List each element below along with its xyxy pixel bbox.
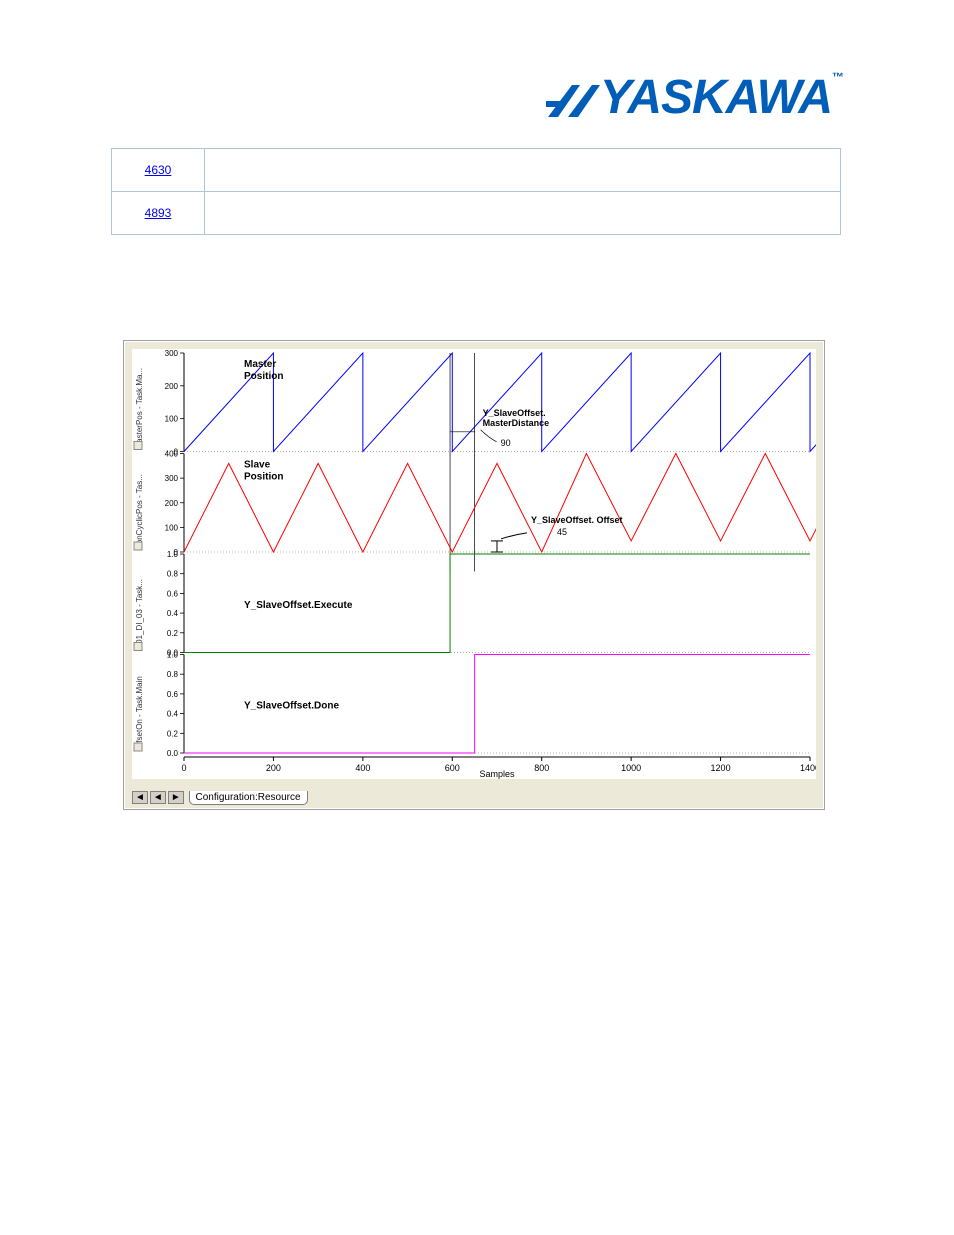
svg-text:200: 200 [266, 763, 281, 773]
table-cell-desc [205, 149, 841, 192]
svg-text:100: 100 [165, 523, 179, 532]
svg-text:400: 400 [165, 450, 179, 459]
id-link[interactable]: 4630 [145, 163, 172, 177]
trademark-icon: ™ [832, 70, 844, 84]
svg-text:0.6: 0.6 [167, 690, 179, 699]
svg-text:1400: 1400 [800, 763, 816, 773]
svg-text:1200: 1200 [711, 763, 731, 773]
id-link[interactable]: 4893 [145, 206, 172, 220]
svg-text:600: 600 [445, 763, 460, 773]
sheet-tab[interactable]: Configuration:Resource [189, 791, 308, 805]
svg-text:1000: 1000 [621, 763, 641, 773]
svg-text:0.8: 0.8 [167, 570, 179, 579]
svg-text:1.0: 1.0 [167, 550, 179, 559]
svg-text:0.0: 0.0 [167, 749, 179, 758]
chart-frame: MasterPos - Task.Ma...0100200300MasterPo… [123, 340, 825, 810]
svg-text:0.4: 0.4 [167, 710, 179, 719]
svg-text:0.8: 0.8 [167, 670, 179, 679]
svg-text:200: 200 [165, 382, 179, 391]
svg-text:MasterPos - Task.Ma...: MasterPos - Task.Ma... [135, 368, 144, 450]
logo-text: YASKAWA [600, 71, 832, 124]
svg-text:400: 400 [355, 763, 370, 773]
tab-nav-prev-icon[interactable]: ◄ [150, 791, 166, 804]
svg-text:Y_SlaveOffset.Done: Y_SlaveOffset.Done [244, 701, 339, 712]
svg-text:300: 300 [165, 474, 179, 483]
svg-text:Position: Position [244, 472, 283, 483]
svg-text:100: 100 [165, 415, 179, 424]
id-table: 4630 4893 [111, 148, 841, 235]
svg-text:90: 90 [501, 438, 511, 448]
svg-text:Samples: Samples [479, 769, 515, 779]
svg-text:OffsetOn - Task.Main: OffsetOn - Task.Main [135, 676, 144, 751]
svg-text:200: 200 [165, 499, 179, 508]
svg-text:M01_DI_03 - Task...: M01_DI_03 - Task... [135, 579, 144, 650]
svg-text:0: 0 [181, 763, 186, 773]
tab-nav-first-icon[interactable]: ◄ [132, 791, 148, 804]
table-cell-id[interactable]: 4630 [112, 149, 205, 192]
svg-text:Master: Master [244, 359, 276, 370]
svg-text:0.6: 0.6 [167, 589, 179, 598]
svg-text:0.2: 0.2 [167, 729, 179, 738]
svg-text:Y_SlaveOffset.Execute: Y_SlaveOffset.Execute [244, 600, 353, 611]
logo-mark-icon [546, 81, 600, 126]
svg-text:Position: Position [244, 371, 283, 382]
svg-text:Y_SlaveOffset. Offset: Y_SlaveOffset. Offset [531, 515, 623, 525]
svg-text:300: 300 [165, 349, 179, 358]
svg-text:45: 45 [557, 527, 567, 537]
svg-text:800: 800 [534, 763, 549, 773]
svg-text:Slave: Slave [244, 460, 271, 471]
table-cell-id[interactable]: 4893 [112, 192, 205, 235]
chart-svg: MasterPos - Task.Ma...0100200300MasterPo… [132, 349, 816, 779]
table-cell-desc [205, 192, 841, 235]
chart-area: MasterPos - Task.Ma...0100200300MasterPo… [132, 349, 816, 779]
svg-text:NonCyclicPos - Tas...: NonCyclicPos - Tas... [135, 474, 144, 550]
svg-text:Y_SlaveOffset.: Y_SlaveOffset. [483, 408, 546, 418]
svg-text:MasterDistance: MasterDistance [483, 418, 550, 428]
svg-text:0.4: 0.4 [167, 609, 179, 618]
sheet-tabs: ◄◄► Configuration:Resource [132, 791, 308, 805]
brand-logo: YASKAWA™ [546, 70, 844, 126]
svg-text:0.2: 0.2 [167, 629, 179, 638]
tab-nav-next-icon[interactable]: ► [168, 791, 184, 804]
table-row: 4893 [112, 192, 841, 235]
table-row: 4630 [112, 149, 841, 192]
svg-text:1.0: 1.0 [167, 651, 179, 660]
